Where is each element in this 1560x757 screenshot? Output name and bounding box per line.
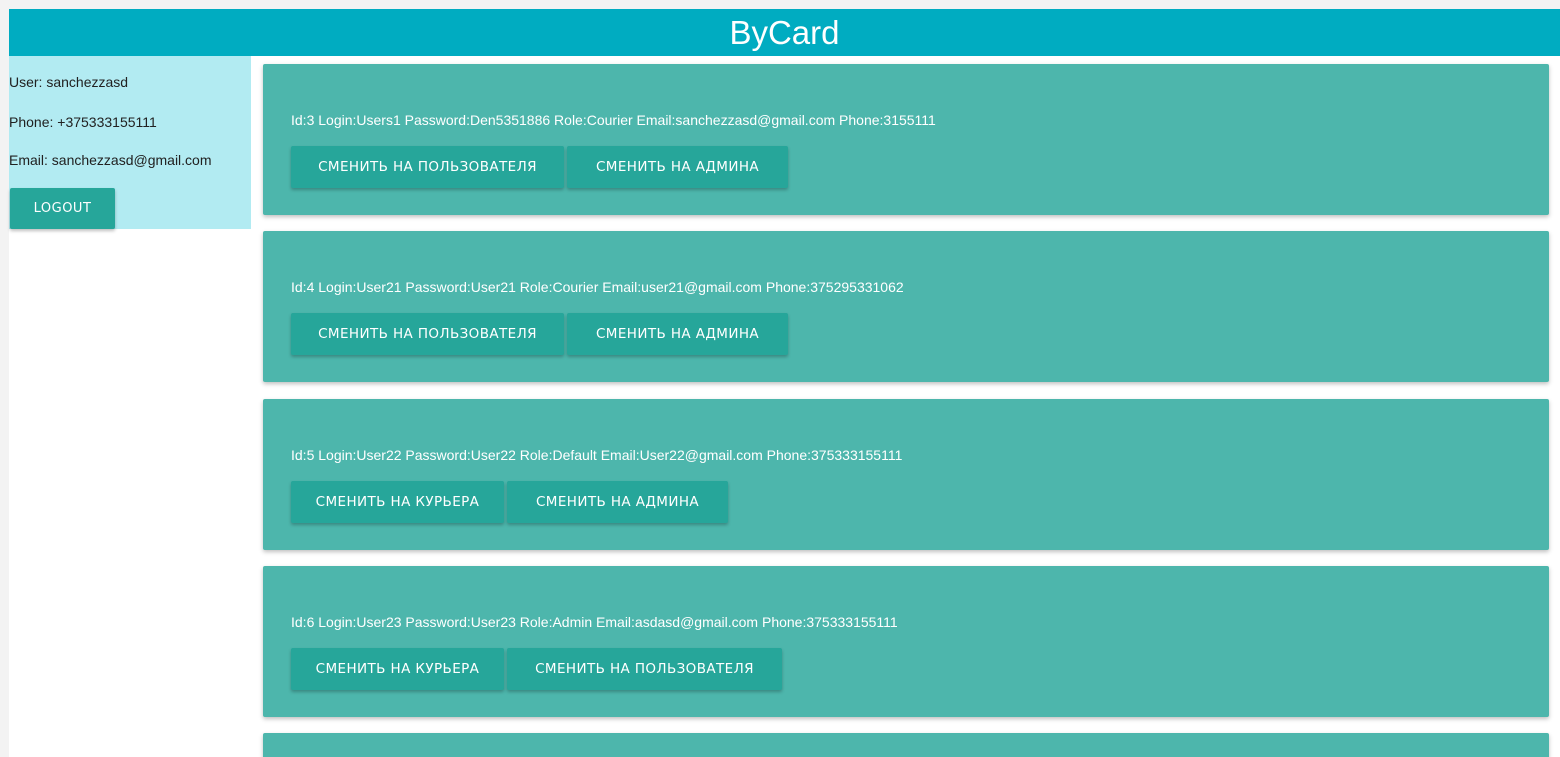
top-margin (0, 0, 1560, 9)
change-role-button[interactable]: СМЕНИТЬ НА ПОЛЬЗОВАТЕЛЯ (291, 313, 564, 355)
change-role-button[interactable]: СМЕНИТЬ НА ПОЛЬЗОВАТЕЛЯ (507, 648, 782, 690)
change-role-button[interactable]: СМЕНИТЬ НА АДМИНА (567, 146, 788, 188)
change-role-button[interactable]: СМЕНИТЬ НА КУРЬЕРА (291, 481, 504, 523)
user-card-info: Id:6 Login:User23 Password:User23 Role:A… (291, 614, 898, 630)
user-card: Id:6 Login:User23 Password:User23 Role:A… (263, 566, 1549, 717)
user-card: Id:4 Login:User21 Password:User21 Role:C… (263, 231, 1549, 382)
left-margin (0, 9, 9, 757)
user-card-info: Id:3 Login:Users1 Password:Den5351886 Ro… (291, 112, 936, 128)
change-role-button[interactable]: СМЕНИТЬ НА АДМИНА (567, 313, 788, 355)
change-role-button[interactable]: СМЕНИТЬ НА ПОЛЬЗОВАТЕЛЯ (291, 146, 564, 188)
logout-button[interactable]: LOGOUT (10, 188, 115, 229)
change-role-button[interactable]: СМЕНИТЬ НА АДМИНА (507, 481, 728, 523)
app-title: ByCard (729, 14, 840, 51)
user-card-info: Id:5 Login:User22 Password:User22 Role:D… (291, 447, 903, 463)
app-header: ByCard (9, 9, 1560, 56)
sidebar-phone: Phone: +375333155111 (9, 114, 157, 130)
user-card: Id:3 Login:Users1 Password:Den5351886 Ro… (263, 64, 1549, 215)
page: ByCard User: sanchezzasd Phone: +3753331… (0, 0, 1560, 757)
sidebar-user: User: sanchezzasd (9, 74, 129, 90)
sidebar-email: Email: sanchezzasd@gmail.com (9, 152, 212, 168)
user-card: Id:5 Login:User22 Password:User22 Role:D… (263, 399, 1549, 550)
user-card-partial (263, 733, 1549, 757)
change-role-button[interactable]: СМЕНИТЬ НА КУРЬЕРА (291, 648, 504, 690)
user-card-info: Id:4 Login:User21 Password:User21 Role:C… (291, 279, 904, 295)
